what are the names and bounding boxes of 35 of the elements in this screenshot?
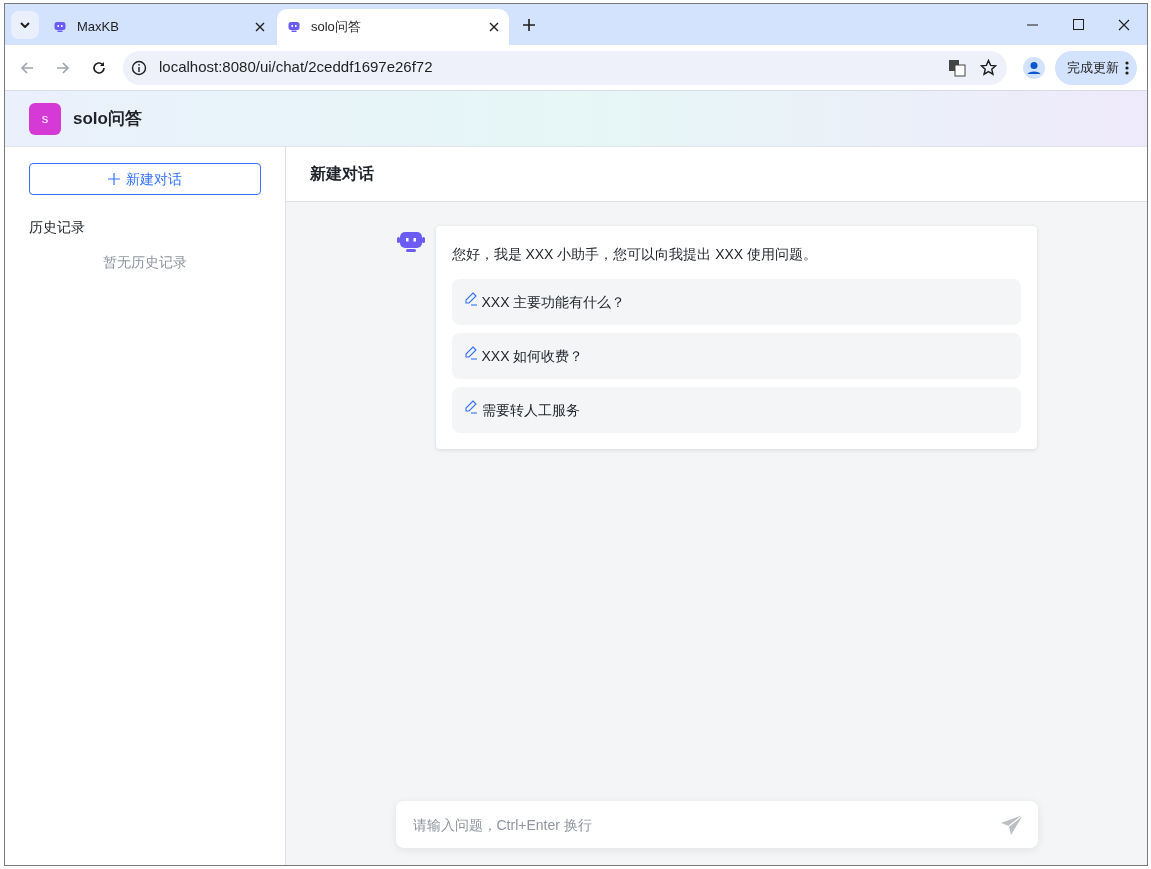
robot-icon xyxy=(396,230,425,254)
profile-icon[interactable] xyxy=(1023,56,1045,79)
greeting-text: 您好，我是 XXX 小助手，您可以向我提出 XXX 使用问题。 xyxy=(451,245,819,264)
update-button[interactable]: 完成更新 xyxy=(1055,50,1137,85)
chevron-down-icon xyxy=(20,21,30,28)
browser-tab[interactable]: MaxKB xyxy=(43,9,275,45)
pencil-icon xyxy=(463,346,478,360)
close-icon[interactable] xyxy=(255,22,265,32)
robot-icon xyxy=(287,21,301,33)
app-logo: s xyxy=(29,102,61,135)
url-text: localhost:8080/ui/chat/2ceddf1697e26f72 xyxy=(159,57,434,78)
tab-title: MaxKB xyxy=(77,18,120,37)
star-icon[interactable] xyxy=(980,59,997,76)
close-icon[interactable] xyxy=(489,22,499,32)
browser-tab[interactable]: solo问答 xyxy=(277,9,509,45)
new-tab-icon[interactable] xyxy=(523,18,535,31)
new-chat-button[interactable]: 新建对话 xyxy=(29,163,261,195)
more-icon[interactable] xyxy=(1125,60,1129,75)
chat-title: 新建对话 xyxy=(310,164,374,184)
app-title: solo问答 xyxy=(73,107,142,130)
suggested-question[interactable]: 需要转人工服务 xyxy=(451,387,1021,433)
suggested-question[interactable]: XXX 主要功能有什么？ xyxy=(451,279,1021,325)
pencil-icon xyxy=(463,292,478,306)
empty-history-text: 暂无历史记录 xyxy=(103,253,187,272)
suggested-question[interactable]: XXX 如何收费？ xyxy=(451,333,1021,379)
pencil-icon xyxy=(463,400,478,414)
history-heading: 历史记录 xyxy=(29,218,86,237)
reload-icon[interactable] xyxy=(91,59,107,76)
tab-title: solo问答 xyxy=(311,18,362,37)
info-icon xyxy=(131,59,147,76)
plus-icon xyxy=(108,173,120,185)
address-bar[interactable]: localhost:8080/ui/chat/2ceddf1697e26f72 xyxy=(123,50,1007,85)
tab-list-button[interactable] xyxy=(11,10,39,39)
robot-icon xyxy=(53,21,67,33)
question-input[interactable]: 请输入问题，Ctrl+Enter 换行 xyxy=(395,801,1038,848)
